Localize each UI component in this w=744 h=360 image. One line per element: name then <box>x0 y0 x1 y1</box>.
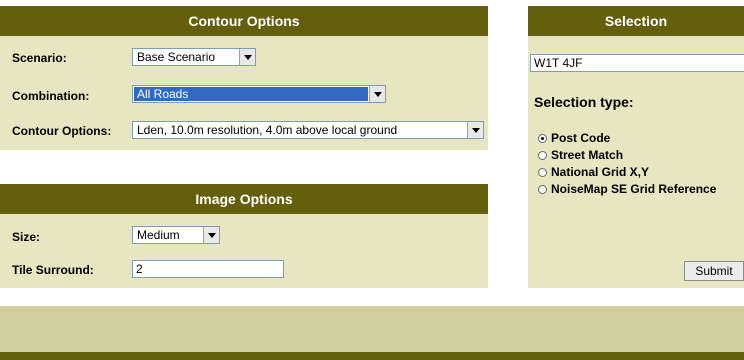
radio-icon[interactable] <box>538 184 547 194</box>
tile-surround-label: Tile Surround: <box>12 263 94 277</box>
combination-select[interactable]: All Roads <box>132 85 386 103</box>
combination-value: All Roads <box>134 87 368 101</box>
selection-type-label: Selection type: <box>534 94 634 110</box>
radio-icon[interactable] <box>538 150 547 160</box>
scenario-select[interactable]: Base Scenario <box>132 48 256 66</box>
radio-post-code[interactable]: Post Code <box>538 131 610 145</box>
radio-street-match[interactable]: Street Match <box>538 148 623 162</box>
scenario-value: Base Scenario <box>137 50 216 64</box>
size-label: Size: <box>12 230 41 244</box>
radio-post-code-label: Post Code <box>551 131 611 145</box>
scenario-label: Scenario: <box>12 51 67 65</box>
contour-options-value: Lden, 10.0m resolution, 4.0m above local… <box>137 123 398 137</box>
radio-noisemap-grid-label: NoiseMap SE Grid Reference <box>551 182 717 196</box>
selection-panel: Selection W1T 4JF Selection type: Post C… <box>528 6 744 288</box>
submit-button[interactable]: Submit <box>684 261 744 281</box>
combination-label: Combination: <box>12 89 90 103</box>
selection-search-input[interactable]: W1T 4JF <box>530 54 744 72</box>
selection-header: Selection <box>528 6 744 36</box>
chevron-down-icon[interactable] <box>369 86 385 102</box>
radio-noisemap-grid[interactable]: NoiseMap SE Grid Reference <box>538 182 716 196</box>
radio-street-match-label: Street Match <box>551 148 624 162</box>
bottom-band <box>0 306 744 352</box>
image-options-panel: Image Options Size: Medium Tile Surround… <box>0 184 488 288</box>
chevron-down-icon[interactable] <box>203 227 219 243</box>
image-options-header: Image Options <box>0 184 488 214</box>
size-select[interactable]: Medium <box>132 226 220 244</box>
tile-surround-input[interactable]: 2 <box>132 260 284 278</box>
contour-options-label: Contour Options: <box>12 124 112 138</box>
radio-national-grid[interactable]: National Grid X,Y <box>538 165 649 179</box>
size-value: Medium <box>137 228 180 242</box>
contour-options-select[interactable]: Lden, 10.0m resolution, 4.0m above local… <box>132 121 484 139</box>
contour-options-header: Contour Options <box>0 6 488 36</box>
chevron-down-icon[interactable] <box>467 122 483 138</box>
radio-national-grid-label: National Grid X,Y <box>551 165 650 179</box>
chevron-down-icon[interactable] <box>239 49 255 65</box>
bottom-header-strip <box>0 352 744 360</box>
contour-options-panel: Contour Options Scenario: Base Scenario … <box>0 6 488 150</box>
radio-icon[interactable] <box>538 167 547 177</box>
radio-selected-icon[interactable] <box>538 133 547 143</box>
